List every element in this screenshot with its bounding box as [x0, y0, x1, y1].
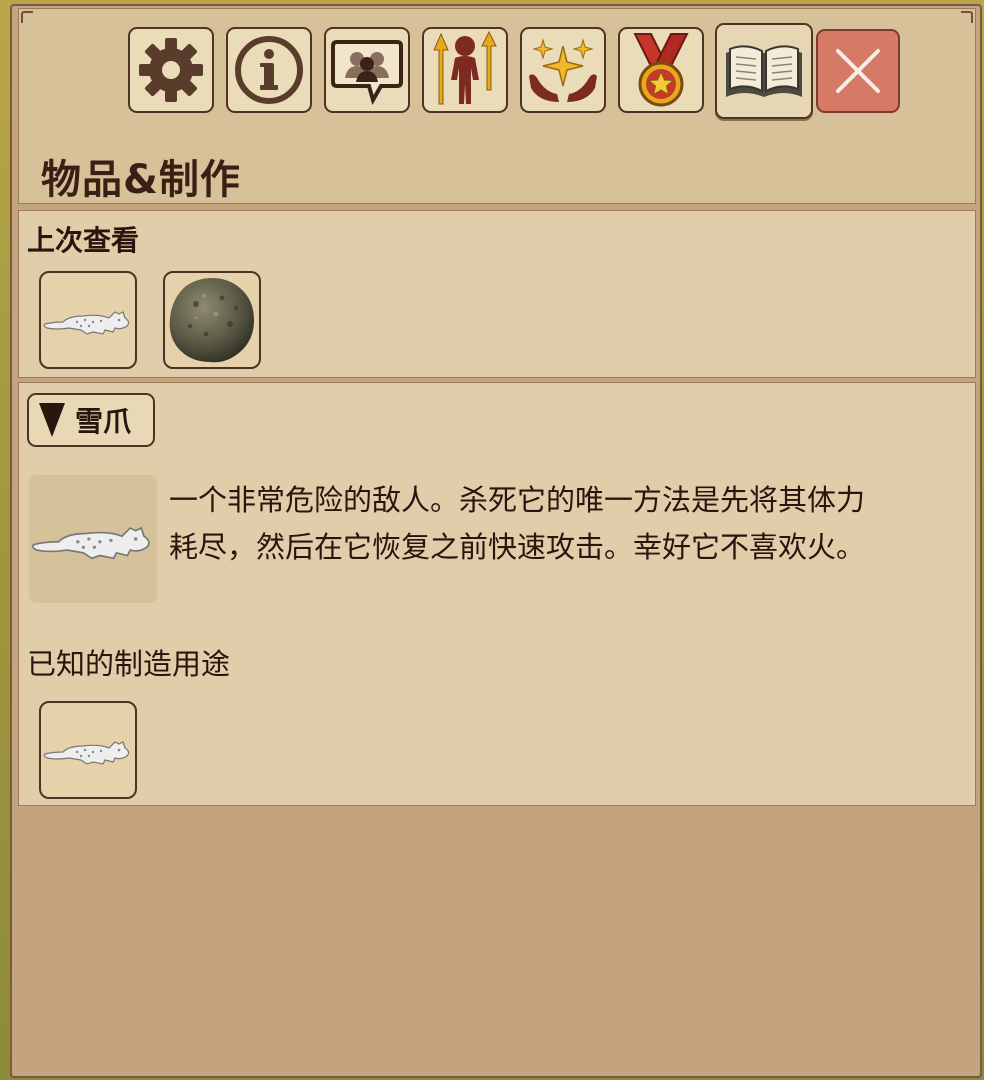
recent-item-stone[interactable]: [163, 271, 261, 369]
recent-item-snow-leopard[interactable]: [39, 271, 137, 369]
snow-leopard-icon: [43, 311, 130, 335]
sparkle-hands-icon: [529, 38, 597, 102]
crafting-use-item[interactable]: [39, 701, 137, 799]
tab-social[interactable]: [324, 27, 410, 113]
corner-ornament: [21, 11, 33, 23]
open-book-icon: [726, 45, 802, 97]
item-description: 一个非常危险的敌人。杀死它的唯一方法是先将其体力耗尽，然后在它恢复之前快速攻击。…: [169, 483, 866, 564]
collapse-toggle-button[interactable]: 雪爪: [27, 393, 155, 447]
tab-encyclopedia[interactable]: [715, 23, 813, 119]
close-icon: [836, 49, 880, 93]
item-name: 雪爪: [75, 405, 132, 438]
medal-icon: [633, 33, 689, 107]
triangle-down-icon: [39, 403, 65, 437]
item-image: [29, 475, 157, 603]
page-title: 物品&制作: [41, 157, 241, 203]
crafting-uses-label: 已知的制造用途: [27, 647, 231, 681]
info-icon: [235, 36, 303, 104]
crafting-window: 物品&制作 上次查看 雪爪 一个非常危险的敌人。杀死它的唯一方法是先将其体力耗尽…: [10, 4, 982, 1078]
item-detail-panel: 雪爪 一个非常危险的敌人。杀死它的唯一方法是先将其体力耗尽，然后在它恢复之前快速…: [18, 382, 976, 806]
recent-panel: 上次查看: [18, 210, 976, 378]
recent-title: 上次查看: [27, 224, 140, 257]
tab-settings[interactable]: [128, 27, 214, 113]
snow-leopard-icon: [32, 526, 150, 560]
tab-info[interactable]: [226, 27, 312, 113]
corner-ornament: [961, 11, 973, 23]
tab-skills[interactable]: [520, 27, 606, 113]
snow-leopard-icon: [43, 741, 130, 765]
people-chat-icon: [331, 40, 403, 106]
tab-achievements[interactable]: [618, 27, 704, 113]
tab-character[interactable]: [422, 27, 508, 113]
stone-ball-icon: [169, 278, 254, 363]
gear-icon: [139, 38, 203, 102]
character-stats-icon: [433, 30, 497, 105]
close-button[interactable]: [816, 29, 900, 113]
window-header: 物品&制作: [18, 8, 976, 204]
